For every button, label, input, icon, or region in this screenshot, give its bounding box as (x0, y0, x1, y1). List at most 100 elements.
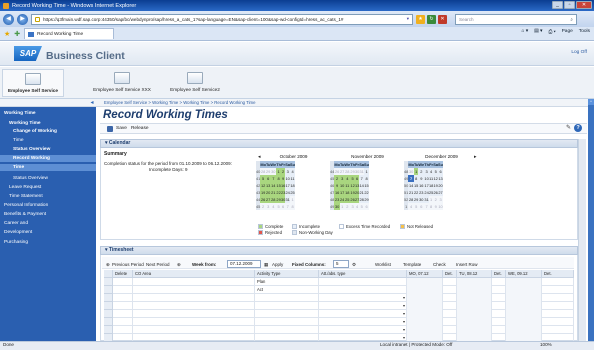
collapse-nav-icon[interactable]: ◂ (88, 99, 96, 107)
calendar-day[interactable]: 13 (438, 175, 444, 182)
table-cell[interactable] (113, 286, 133, 294)
dropdown-icon[interactable]: ▾ (403, 295, 405, 300)
calendar-day[interactable]: 22 (364, 189, 370, 196)
browser-tab[interactable]: Record Working Time (24, 28, 115, 39)
sidebar-item[interactable]: Personal Information (0, 202, 96, 209)
calendar-day[interactable]: 1 (290, 196, 296, 203)
table-cell[interactable] (255, 318, 319, 326)
table-cell[interactable] (506, 286, 542, 294)
sidebar-item[interactable]: Time (0, 137, 96, 144)
calendar-day[interactable]: 28 (359, 196, 365, 203)
timesheet-section-header[interactable]: ▾ Timesheet (100, 246, 578, 255)
sidebar-item[interactable]: Time (0, 164, 96, 171)
table-cell[interactable] (255, 302, 319, 310)
table-cell[interactable] (506, 326, 542, 334)
role-employee-self-service2[interactable]: Employee Self Service2 (164, 69, 226, 97)
calendar-day[interactable]: 25 (344, 196, 351, 203)
sidebar-item[interactable]: Record Working (0, 155, 96, 162)
table-cell[interactable] (443, 310, 457, 318)
table-cell[interactable] (492, 294, 506, 302)
stop-icon[interactable]: ✕ (438, 14, 447, 24)
calendar-day[interactable]: 20 (354, 189, 360, 196)
table-cell[interactable]: Plan (255, 278, 319, 286)
table-cell[interactable] (492, 302, 506, 310)
calendar-day[interactable]: 30 (334, 203, 340, 210)
calendar-day[interactable]: 27 (339, 168, 345, 175)
table-cell[interactable] (492, 310, 506, 318)
next-period-button[interactable]: Next Period (146, 262, 170, 267)
table-cell[interactable] (457, 286, 492, 294)
calendar-day[interactable]: 19 (433, 182, 439, 189)
search-input[interactable]: Search ⌕ (455, 13, 577, 25)
table-cell[interactable] (457, 310, 492, 318)
calendar-day[interactable]: 24 (339, 196, 345, 203)
table-cell[interactable] (113, 302, 133, 310)
table-cell[interactable] (319, 326, 407, 334)
calendar-day[interactable]: 31 (424, 196, 429, 203)
template-button[interactable]: Template (403, 262, 421, 267)
table-cell[interactable] (542, 302, 574, 310)
calendar-day[interactable]: 29 (265, 168, 271, 175)
table-cell[interactable] (457, 318, 492, 326)
table-cell[interactable] (133, 278, 255, 286)
address-input[interactable]: https://q3fmain.wdf.sap.corp:44350/sap/b… (31, 13, 413, 25)
table-cell[interactable] (407, 326, 443, 334)
calendar-day[interactable]: 14 (359, 182, 365, 189)
worklist-button[interactable]: Worklist (375, 262, 391, 267)
calendar-day[interactable]: 17 (339, 189, 345, 196)
home-icon[interactable]: ⌂ ▾ (521, 29, 528, 35)
table-cell[interactable] (133, 286, 255, 294)
calendar-day[interactable]: 12 (433, 175, 439, 182)
calendar-day[interactable]: 30 (418, 196, 425, 203)
table-cell[interactable] (113, 326, 133, 334)
table-cell[interactable] (506, 302, 542, 310)
maximize-icon[interactable]: ▫ (564, 1, 575, 9)
calendar-day[interactable]: 11 (290, 175, 296, 182)
edit-icon[interactable]: ✎ (566, 124, 571, 132)
zoom-level[interactable]: 100% (540, 342, 552, 347)
date-picker-icon[interactable]: ▦ (264, 262, 268, 268)
row-selector[interactable] (104, 286, 113, 294)
row-selector[interactable] (104, 310, 113, 318)
calendar-day[interactable]: 13 (265, 182, 271, 189)
sidebar-item[interactable]: Purchasing (0, 239, 96, 246)
calendar-day[interactable]: 30 (280, 196, 286, 203)
dropdown-icon[interactable]: ▾ (407, 16, 409, 22)
fixed-columns-select[interactable]: 5 (333, 260, 349, 268)
release-button[interactable]: Release (131, 126, 149, 131)
table-cell[interactable] (133, 294, 255, 302)
back-icon[interactable]: ◀ (3, 13, 14, 25)
calendar-day[interactable]: 26 (433, 189, 439, 196)
sidebar-item[interactable]: Career and (0, 220, 96, 227)
page-menu[interactable]: Page (562, 29, 573, 35)
previous-period-button[interactable]: Previous Period (112, 262, 144, 267)
calendar-day[interactable]: 21 (359, 189, 365, 196)
calendar-day[interactable]: 27 (265, 196, 271, 203)
calendar-day[interactable]: 16 (418, 182, 425, 189)
table-cell[interactable] (443, 326, 457, 334)
print-icon[interactable]: ⎙ ▾ (548, 29, 555, 35)
table-cell[interactable] (542, 294, 574, 302)
table-cell[interactable] (133, 302, 255, 310)
forward-icon[interactable]: ▶ (17, 13, 28, 25)
add-favorites-icon[interactable]: ✚ (14, 30, 20, 38)
calendar-day[interactable]: 29 (364, 196, 370, 203)
refresh-icon[interactable]: ↻ (427, 14, 436, 24)
sidebar-item[interactable]: Status Overview (0, 175, 96, 182)
row-selector[interactable] (104, 318, 113, 326)
role-employee-self-service-xxx[interactable]: Employee Self Service XXX (91, 69, 153, 97)
table-cell[interactable] (492, 278, 506, 286)
table-cell[interactable] (506, 278, 542, 286)
calendar-day[interactable]: 28 (344, 168, 351, 175)
help-icon[interactable]: ? (574, 124, 582, 132)
calendar-day[interactable]: 3 (438, 196, 444, 203)
table-cell[interactable] (492, 318, 506, 326)
next-period-icon[interactable]: ⊕ (177, 262, 181, 268)
save-button[interactable]: Save (116, 126, 127, 131)
calendar-day[interactable]: 6 (438, 168, 444, 175)
settings-icon[interactable]: ⚙ (352, 262, 356, 268)
table-cell[interactable] (542, 310, 574, 318)
prev-month-icon[interactable]: ◂ (258, 154, 261, 160)
row-selector[interactable] (104, 326, 113, 334)
next-month-icon[interactable]: ▸ (474, 154, 477, 160)
